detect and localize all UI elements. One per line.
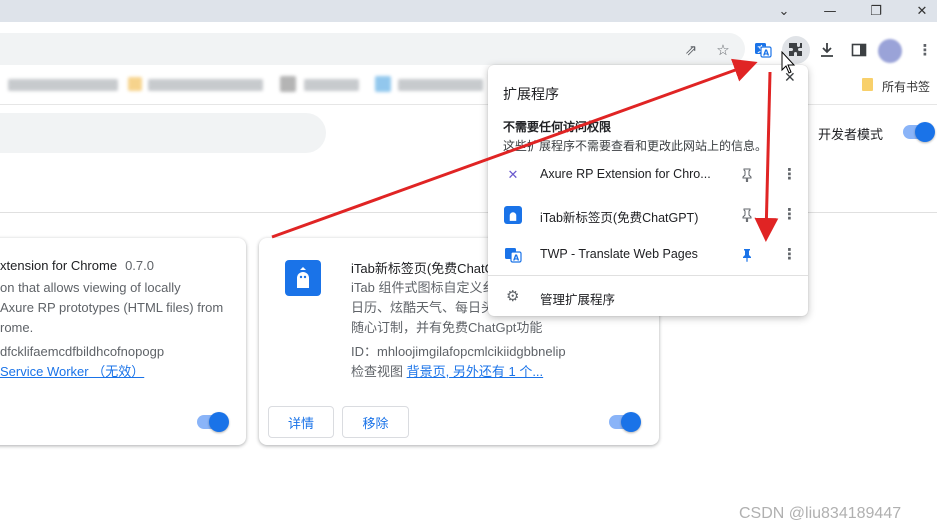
bookmark-item[interactable]: [148, 79, 263, 91]
chevron-down-icon[interactable]: ⌄: [764, 0, 804, 22]
popup-divider: [488, 275, 808, 276]
svg-text:A: A: [513, 254, 520, 263]
extension-id: ID：mhloojimgilafopcmlcikiidgbbnelip: [351, 344, 566, 359]
toggle-knob: [209, 412, 229, 432]
popup-title: 扩展程序: [503, 86, 559, 102]
toggle-knob: [621, 412, 641, 432]
bookmark-icon: [280, 76, 296, 92]
star-icon[interactable]: ☆: [710, 37, 736, 63]
more-options-icon[interactable]: ⋮: [782, 245, 797, 263]
translate-icon[interactable]: 文A: [750, 37, 776, 63]
access-section-description: 这些扩展程序不需要查看和更改此网站上的信息。: [503, 139, 768, 153]
extension-name: Axure RP Extension for Chro...: [540, 167, 711, 181]
extension-name: TWP - Translate Web Pages: [540, 247, 698, 261]
folder-icon: [862, 78, 873, 91]
inspect-views-link[interactable]: 背景页, 另外还有 1 个...: [407, 364, 544, 379]
bookmark-item[interactable]: [8, 79, 118, 91]
axure-icon: ✕: [507, 167, 519, 183]
extension-row-twp[interactable]: A TWP - Translate Web Pages ⋮: [488, 235, 808, 275]
extension-description: iTab 组件式图标自定义纟 日历、炫酷天气、每日头: [351, 280, 491, 315]
gear-icon: ⚙: [506, 287, 520, 305]
extension-title: iTab新标签页(免费ChatG: [351, 261, 491, 276]
minimize-icon[interactable]: —: [810, 0, 850, 22]
pin-icon[interactable]: [740, 165, 754, 185]
extensions-puzzle-icon[interactable]: [782, 36, 810, 64]
bookmark-item[interactable]: [304, 79, 359, 91]
extension-enable-toggle[interactable]: [609, 412, 641, 432]
access-section-title: 不需要任何访问权限: [503, 120, 612, 134]
pin-icon[interactable]: [740, 205, 754, 225]
extension-name: iTab新标签页(免费ChatGPT): [540, 211, 699, 225]
bookmark-icon: [375, 76, 391, 92]
itab-icon: [504, 206, 522, 224]
remove-button[interactable]: 移除: [342, 406, 409, 438]
svg-text:A: A: [763, 49, 770, 58]
close-icon[interactable]: ✕: [784, 70, 796, 86]
all-bookmarks-link[interactable]: 所有书签: [882, 78, 930, 95]
manage-extensions-item[interactable]: ⚙ 管理扩展程序: [488, 277, 808, 315]
service-worker-link[interactable]: Service Worker （无效）: [0, 362, 144, 382]
extension-row-itab[interactable]: iTab新标签页(免费ChatGPT) ⋮: [488, 195, 808, 235]
extension-description-line: 随心订制，并有免费ChatGpt功能: [351, 320, 543, 335]
side-panel-icon[interactable]: [846, 37, 872, 63]
extension-description: on that allows viewing of locally Axure …: [0, 280, 224, 335]
developer-mode-label: 开发者模式: [818, 127, 884, 142]
close-icon[interactable]: ✕: [902, 0, 937, 22]
menu-dots-icon[interactable]: ⋮: [912, 37, 937, 63]
toggle-knob: [915, 122, 935, 142]
developer-mode-toggle[interactable]: [903, 122, 935, 142]
restore-icon[interactable]: ❐: [856, 0, 896, 22]
bookmark-item[interactable]: [398, 79, 483, 91]
inspect-views-label: 检查视图: [351, 364, 404, 379]
pin-icon-active[interactable]: [740, 245, 754, 265]
extension-enable-toggle[interactable]: [197, 412, 229, 432]
extension-title: xtension for Chrome 0.7.0: [0, 258, 154, 273]
inspect-views: 检查视图 背景页, 另外还有 1 个...: [351, 362, 543, 382]
address-bar[interactable]: [0, 33, 745, 65]
more-options-icon[interactable]: ⋮: [782, 205, 797, 223]
search-extensions-bar[interactable]: [0, 113, 326, 153]
extension-version: 0.7.0: [125, 258, 154, 273]
manage-extensions-label: 管理扩展程序: [540, 293, 616, 307]
itab-icon: [285, 260, 321, 296]
download-icon[interactable]: [814, 37, 840, 63]
profile-avatar[interactable]: [878, 39, 902, 63]
translate-icon: A: [504, 246, 522, 264]
extension-row-axure[interactable]: ✕ Axure RP Extension for Chro... ⋮: [488, 155, 808, 195]
watermark: CSDN @liu834189447: [739, 505, 902, 522]
share-icon[interactable]: ⇗: [678, 37, 704, 63]
extension-id: dfcklifaemcdfbildhcofnopogp: [0, 344, 165, 359]
more-options-icon[interactable]: ⋮: [782, 165, 797, 183]
extensions-menu-popup: 扩展程序 ✕ 不需要任何访问权限 这些扩展程序不需要查看和更改此网站上的信息。 …: [488, 65, 808, 316]
bookmark-icon: [128, 77, 142, 91]
details-button[interactable]: 详情: [268, 406, 334, 438]
